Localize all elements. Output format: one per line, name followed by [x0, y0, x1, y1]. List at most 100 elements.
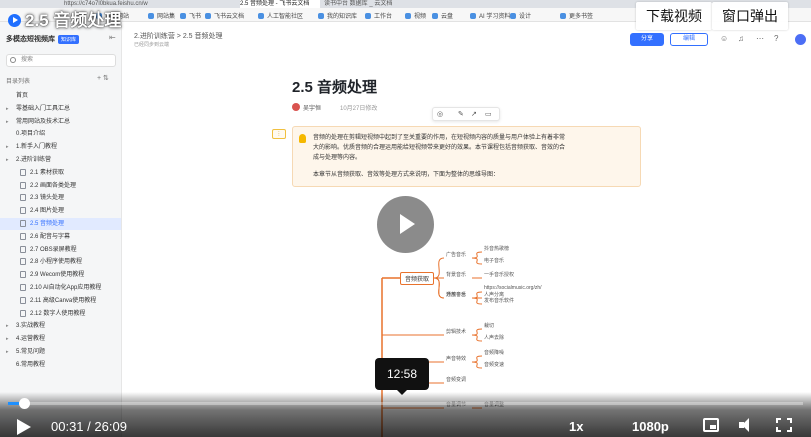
chevron-right-icon[interactable]: ▸ [6, 346, 9, 358]
sidebar-search-input[interactable]: 搜索 [6, 54, 116, 67]
sidebar-item[interactable]: 2.11 高级Canva使用教程 [0, 295, 121, 307]
sidebar-item[interactable]: 2.3 镜头处理 [0, 192, 121, 204]
browser-tab[interactable]: 读书中台 数据库 _ 云文档 [324, 0, 404, 8]
chevron-right-icon[interactable]: ▸ [6, 116, 9, 128]
browser-tab-active[interactable]: 2.5 音频处理 - 飞书云文档 [240, 0, 320, 8]
sidebar-item[interactable]: ▸ 零基础入门工具汇总 [0, 103, 121, 115]
mind-map-leaf[interactable]: 音频降噪 [484, 349, 504, 356]
mind-map-leaf[interactable]: 裁切 [484, 322, 494, 329]
comment-icon[interactable]: ▭ [485, 110, 492, 118]
block-drag-handle[interactable]: ⋮ [272, 129, 286, 139]
bookmark[interactable]: 工作台 [365, 11, 392, 20]
more-icon[interactable]: ⋯ [756, 34, 764, 43]
sidebar-item[interactable]: 2.8 小程序使用教程 [0, 256, 121, 268]
bookmark[interactable]: 更多书签 [560, 11, 593, 20]
sidebar-item[interactable]: 2.2 画面各类处理 [0, 180, 121, 192]
sidebar-item[interactable]: 2.4 图片处理 [0, 205, 121, 217]
download-video-button[interactable]: 下载视频 [636, 2, 712, 30]
bookmark[interactable]: 我的知识库 [318, 11, 357, 20]
bookmark[interactable]: 飞书 [180, 11, 201, 20]
callout-line: 本章节从音频获取、音效等处理方式来说明，下面为整体的思维导图： [313, 172, 500, 178]
bookmark[interactable]: 设计 [510, 11, 531, 20]
chevron-right-icon[interactable]: ▸ [6, 141, 9, 153]
sidebar-item-label: 3.实战教程 [16, 323, 46, 330]
sidebar-item[interactable]: ▸ 3.实战教程 [0, 320, 121, 332]
sidebar-item[interactable]: 0.项目介绍 [0, 128, 121, 140]
chevron-right-icon[interactable]: ▸ [6, 154, 9, 166]
breadcrumb[interactable]: 2.进阶训练营 > 2.5 音频处理 [134, 31, 223, 41]
sidebar-item[interactable]: ▸ 2.进阶训练营 [0, 154, 121, 166]
mind-map-child-line [471, 297, 483, 305]
mind-map-leaf[interactable]: 抖音热歌榜 [484, 245, 509, 252]
sidebar-item[interactable]: 2.7 OBS录屏教程 [0, 244, 121, 256]
bookmark[interactable]: 飞书云文档 [205, 11, 244, 20]
sidebar-item[interactable]: ▸ 5.常见问题 [0, 346, 121, 358]
help-icon[interactable]: ? [774, 34, 778, 43]
sidebar-item[interactable]: ▸ 常用网站及技术汇总 [0, 116, 121, 128]
fullscreen-icon[interactable] [776, 418, 792, 432]
mind-map-leaf[interactable]: 音频变速 [484, 361, 504, 368]
sidebar-item[interactable]: 2.9 Wecom使用教程 [0, 269, 121, 281]
space-name[interactable]: 多模态短视频库 知识库 [6, 34, 80, 44]
mind-map-leaf[interactable]: 电子音乐 [484, 257, 504, 264]
sidebar-item[interactable]: 2.12 数字人使用教程 [0, 308, 121, 320]
copy-icon[interactable]: ◎ [437, 110, 443, 118]
mind-map-leaf[interactable]: 一手音乐授权 [484, 271, 514, 278]
bookmark[interactable]: 人工智能社区 [258, 11, 303, 20]
mind-map-leaf[interactable]: 发布音乐软件 [484, 297, 514, 304]
mind-map-root[interactable]: 音频获取 [400, 272, 435, 285]
edit-button[interactable]: 编辑 [670, 33, 708, 46]
sidebar-item[interactable]: 6.常用教程 [0, 359, 121, 371]
big-play-button[interactable] [377, 196, 434, 253]
mind-map-leaf[interactable]: 人声去除 [484, 334, 504, 341]
mind-map-branch[interactable]: 广告音乐 [446, 251, 466, 258]
comment-icon[interactable]: ☺ [720, 34, 728, 43]
mind-map-branch[interactable]: 音频变调 [446, 376, 466, 383]
sidebar-item[interactable]: 2.5 音频处理 [0, 218, 121, 230]
sidebar-item[interactable]: 2.10 AI自动化App应用教程 [0, 282, 121, 294]
mind-map-leaf[interactable]: https://socialmusic.org/zh/ [484, 285, 542, 291]
mind-map-branch[interactable]: 声音特效 [446, 355, 466, 362]
callout-block: 音频的处理在剪辑短视频中起到了至关重要的作用，在短视频内容的质量与用户体验上有着… [292, 126, 641, 187]
progress-knob[interactable] [18, 398, 30, 409]
share-icon[interactable]: ↗ [471, 110, 477, 118]
quality-button[interactable]: 1080p [632, 419, 669, 434]
play-button[interactable] [17, 419, 31, 435]
mind-map-branch[interactable]: 背景音乐 [446, 271, 466, 278]
sidebar-item-label: 2.进阶训练营 [16, 157, 52, 163]
sidebar-item-label: 6.常用教程 [16, 361, 46, 368]
popout-window-button[interactable]: 窗口弹出 [712, 2, 788, 30]
space-badge: 知识库 [58, 35, 80, 44]
sidebar-item[interactable]: ▸ 1.新手入门教程 [0, 141, 121, 153]
edit-icon[interactable]: ✎ [458, 110, 464, 118]
block-toolbar: ◎ ✎ ↗ ▭ [432, 107, 500, 121]
mind-map-branch[interactable]: 开放平台 [446, 291, 466, 298]
sidebar-item[interactable]: 2.6 配音与字幕 [0, 231, 121, 243]
sidebar-item[interactable]: 首页 [0, 90, 121, 102]
sidebar-item[interactable]: ▸ 4.运营教程 [0, 333, 121, 345]
chevron-right-icon[interactable]: ▸ [6, 333, 9, 345]
speed-button[interactable]: 1x [569, 419, 583, 434]
chevron-right-icon[interactable]: ▸ [6, 103, 9, 115]
share-button[interactable]: 分享 [630, 33, 664, 46]
bookmark[interactable]: AI 学习资料 [470, 11, 510, 20]
bookmark[interactable]: 云盘 [432, 11, 453, 20]
callout-line: 音频的处理在剪辑短视频中起到了至关重要的作用，在短视频内容的质量与用户体验上有着… [313, 135, 566, 141]
sidebar-item[interactable]: 2.1 素材获取 [0, 167, 121, 179]
collapse-sidebar-icon[interactable]: ⇤ [109, 33, 116, 42]
mind-map-branch-line [433, 277, 445, 299]
callout-line: 大的影响。优质音频的合理运用能给短视频带来更好的效果。本节课程包括音频获取、音效… [313, 145, 566, 151]
bookmark[interactable]: 网站集 [148, 11, 175, 20]
mind-map-branch[interactable]: 剪辑技术 [446, 328, 466, 335]
picture-in-picture-icon[interactable] [703, 418, 719, 432]
bookmark[interactable]: 视频 [405, 11, 426, 20]
progress-bar[interactable] [8, 398, 803, 409]
sidebar-item-label: 常用网站及技术汇总 [16, 118, 71, 125]
lightbulb-icon [299, 134, 306, 143]
chevron-right-icon[interactable]: ▸ [6, 320, 9, 332]
volume-icon[interactable] [739, 418, 755, 432]
bell-icon[interactable]: ♫ [738, 34, 744, 43]
sidebar-add-icon[interactable]: + ⇅ [97, 74, 109, 82]
avatar[interactable] [794, 33, 807, 46]
author-name[interactable]: 吴宇恒 [303, 103, 321, 112]
